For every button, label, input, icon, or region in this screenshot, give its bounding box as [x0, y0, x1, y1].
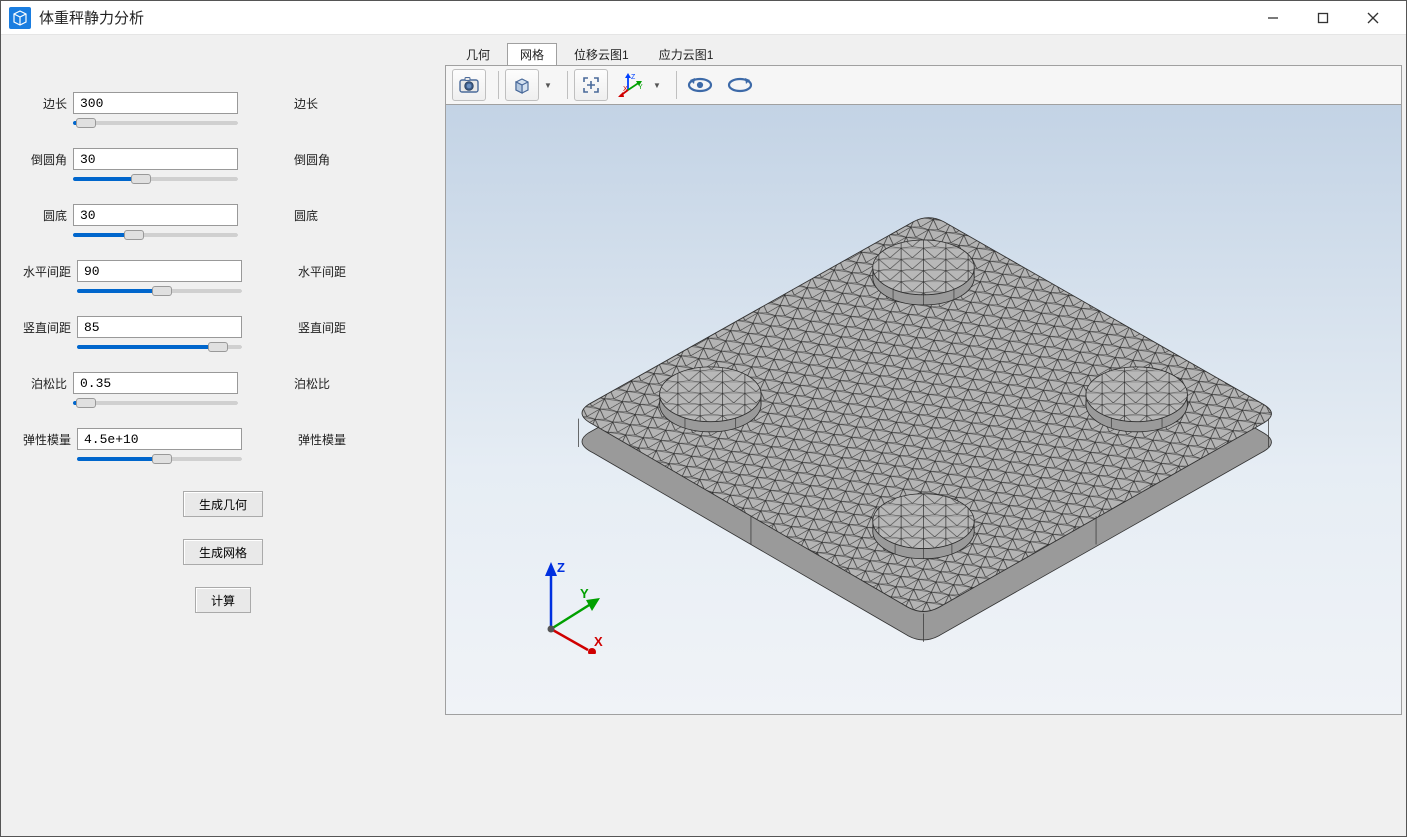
param-input-edge_length[interactable]	[73, 92, 238, 114]
window-controls	[1248, 1, 1398, 35]
generate-mesh-button[interactable]: 生成网格	[183, 539, 263, 565]
compute-button[interactable]: 计算	[195, 587, 251, 613]
param-label-v_spacing: 竖直间距	[15, 319, 77, 336]
param-label-base_circle: 圆底	[15, 207, 73, 224]
generate-geometry-button[interactable]: 生成几何	[183, 491, 263, 517]
app-title: 体重秤静力分析	[39, 7, 1248, 28]
param-sidelabel-base_circle: 圆底	[294, 207, 318, 224]
param-slider-fillet[interactable]	[73, 177, 238, 181]
param-sidelabel-fillet: 倒圆角	[294, 151, 330, 168]
param-label-poisson: 泊松比	[15, 375, 73, 392]
minimize-button[interactable]	[1248, 1, 1298, 35]
titlebar: 体重秤静力分析	[1, 1, 1406, 35]
param-input-v_spacing[interactable]	[77, 316, 242, 338]
param-sidelabel-poisson: 泊松比	[294, 375, 330, 392]
view-cube-button[interactable]	[505, 69, 539, 101]
param-input-fillet[interactable]	[73, 148, 238, 170]
axis-triad: Z Y X	[516, 554, 616, 654]
viewport-3d[interactable]: Z Y X	[445, 105, 1402, 715]
param-input-elastic[interactable]	[77, 428, 242, 450]
param-label-h_spacing: 水平间距	[15, 263, 77, 280]
viewer-panel: 几何网格位移云图1应力云图1 ▼ ZYX ▼	[445, 39, 1402, 832]
param-slider-v_spacing[interactable]	[77, 345, 242, 349]
axes-triad-button[interactable]: ZY X	[614, 69, 648, 101]
param-slider-h_spacing[interactable]	[77, 289, 242, 293]
parameters-panel: 边长 边长倒圆角 倒圆角圆底 圆底水平间距 水平间距竖直间距 竖直间距泊松比 泊松比弹性模量…	[5, 39, 445, 832]
view-cube-dropdown[interactable]: ▼	[541, 81, 555, 90]
svg-text:X: X	[594, 634, 603, 649]
close-button[interactable]	[1348, 1, 1398, 35]
tab-geometry[interactable]: 几何	[453, 43, 503, 65]
svg-text:Y: Y	[638, 84, 643, 91]
param-slider-elastic[interactable]	[77, 457, 242, 461]
tab-stress_contour1[interactable]: 应力云图1	[646, 43, 727, 65]
param-slider-base_circle[interactable]	[73, 233, 238, 237]
fit-view-button[interactable]	[574, 69, 608, 101]
axes-dropdown[interactable]: ▼	[650, 81, 664, 90]
param-sidelabel-edge_length: 边长	[294, 95, 318, 112]
svg-text:Z: Z	[631, 74, 636, 81]
maximize-button[interactable]	[1298, 1, 1348, 35]
param-label-edge_length: 边长	[15, 95, 73, 112]
rotate-ccw-button[interactable]	[683, 69, 717, 101]
tab-mesh[interactable]: 网格	[507, 43, 557, 65]
camera-button[interactable]	[452, 69, 486, 101]
viewer-toolbar: ▼ ZY X ▼	[445, 65, 1402, 105]
param-input-h_spacing[interactable]	[77, 260, 242, 282]
param-input-poisson[interactable]	[73, 372, 238, 394]
param-input-base_circle[interactable]	[73, 204, 238, 226]
param-sidelabel-elastic: 弹性模量	[298, 431, 346, 448]
param-sidelabel-v_spacing: 竖直间距	[298, 319, 346, 336]
svg-text:Z: Z	[557, 560, 565, 575]
app-icon	[9, 7, 31, 29]
param-slider-edge_length[interactable]	[73, 121, 238, 125]
param-label-elastic: 弹性模量	[15, 431, 77, 448]
tab-disp_contour1[interactable]: 位移云图1	[561, 43, 642, 65]
viewer-tabs: 几何网格位移云图1应力云图1	[445, 43, 1402, 65]
rotate-cw-button[interactable]	[723, 69, 757, 101]
svg-text:X: X	[623, 86, 628, 93]
svg-text:Y: Y	[580, 586, 589, 601]
param-slider-poisson[interactable]	[73, 401, 238, 405]
param-sidelabel-h_spacing: 水平间距	[298, 263, 346, 280]
param-label-fillet: 倒圆角	[15, 151, 73, 168]
